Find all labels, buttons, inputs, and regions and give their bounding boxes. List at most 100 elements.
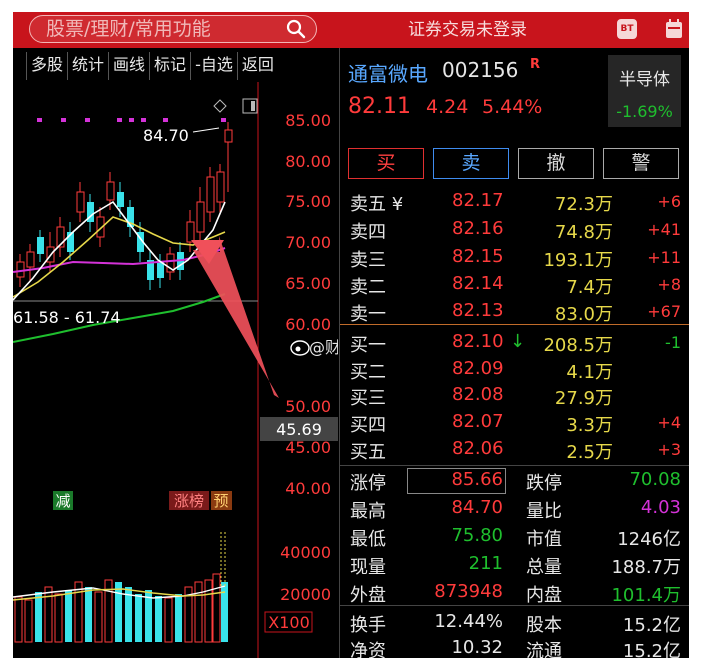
- volume-bar: [14, 596, 23, 643]
- cur-vol-value: 211: [468, 553, 503, 574]
- bt-icon[interactable]: BT: [617, 19, 637, 39]
- candle: [224, 129, 233, 143]
- price-axis-50: 50.00: [285, 397, 331, 416]
- price-change: 4.24: [426, 96, 469, 118]
- search-icon[interactable]: [286, 19, 306, 39]
- candle: [16, 261, 25, 278]
- sector-change: -1.69%: [616, 102, 673, 121]
- candle: [157, 262, 164, 278]
- search-box[interactable]: [29, 15, 317, 43]
- ask-row-2[interactable]: 卖二 82.14 7.4万 +8: [340, 271, 689, 298]
- bid-row-5[interactable]: 买五 82.06 2.5万 +3: [340, 436, 689, 463]
- price-axis-75: 75.00: [285, 192, 331, 211]
- top-marks: [37, 118, 226, 122]
- annotation-arrow: [193, 236, 279, 398]
- high-label: 最高: [350, 501, 386, 522]
- volume-bar: [115, 582, 122, 642]
- price-axis-40: 40.00: [285, 479, 331, 498]
- chart-toolbar: 多股 统计 画线 标记 -自选 返回: [13, 52, 335, 80]
- candle: [206, 176, 215, 213]
- login-status[interactable]: 证券交易未登录: [408, 15, 527, 40]
- bid-row-3[interactable]: 买三 82.08 27.9万: [340, 382, 689, 409]
- bid-row-4[interactable]: 买四 82.07 3.3万 +4: [340, 409, 689, 436]
- volume-bar: [212, 573, 221, 643]
- inner-label: 内盘: [526, 585, 562, 606]
- volume-bar: [155, 596, 162, 642]
- turnover-label: 换手: [350, 615, 386, 636]
- sell-button[interactable]: 卖: [433, 148, 509, 179]
- mcap-value: 1246亿: [617, 529, 681, 550]
- nav-value: 10.32: [451, 637, 503, 658]
- volume-bar: [85, 587, 92, 642]
- toolbar-remove-watchlist[interactable]: -自选: [191, 52, 238, 80]
- volume-bar: [54, 593, 63, 643]
- low-value: 75.80: [451, 525, 503, 546]
- cur-vol-label: 现量: [350, 557, 386, 578]
- watermark: @财哥论势: [309, 338, 338, 357]
- buy-button[interactable]: 买: [348, 148, 424, 179]
- tag-reduce: 减: [55, 492, 70, 510]
- vol-ratio-value: 4.03: [640, 497, 681, 518]
- app-window: 证券交易未登录 BT 多股 统计 画线 标记 -自选 返回: [13, 12, 689, 658]
- candle: [106, 181, 115, 201]
- inner-value: 101.4万: [611, 585, 681, 606]
- price-axis-85: 85.00: [285, 111, 331, 130]
- last-price: 82.11: [348, 94, 411, 119]
- volume-bar: [74, 581, 83, 643]
- bid-row-2[interactable]: 买二 82.09 4.1万: [340, 356, 689, 383]
- toolbar-multi-stock[interactable]: 多股: [27, 52, 69, 80]
- ask-row-1[interactable]: 卖一 82.13 83.0万 +67: [340, 298, 689, 325]
- calendar-icon[interactable]: [665, 19, 683, 39]
- toolbar-back[interactable]: 返回: [238, 52, 278, 80]
- price-change-pct: 5.44%: [482, 96, 543, 118]
- sector-card[interactable]: 半导体 -1.69%: [608, 55, 681, 127]
- current-price-tag: 45.69: [276, 420, 322, 439]
- search-input[interactable]: [46, 16, 286, 42]
- toolbar-statistics[interactable]: 统计: [68, 52, 110, 80]
- candle: [26, 251, 35, 268]
- volume-bar: [175, 594, 182, 642]
- r-badge: R: [530, 57, 541, 72]
- alert-button[interactable]: 警: [603, 148, 679, 179]
- cancel-order-button[interactable]: 撤: [518, 148, 594, 179]
- equity-value: 15.2亿: [622, 615, 681, 636]
- high-value: 84.70: [451, 497, 503, 518]
- toolbar-draw-line[interactable]: 画线: [109, 52, 151, 80]
- outer-label: 外盘: [350, 585, 386, 606]
- equity-label: 股本: [526, 615, 562, 636]
- toolbar-mark[interactable]: 标记: [150, 52, 192, 80]
- price-axis-70: 70.00: [285, 233, 331, 252]
- down-arrow-icon: ↓: [510, 331, 526, 352]
- quote-panel: 通富微电 002156 R 82.11 4.24 5.44% 半导体 -1.69…: [340, 48, 689, 658]
- price-axis-45: 45.00: [285, 438, 331, 457]
- volume-bar: [221, 582, 228, 642]
- low-label: 最低: [350, 529, 386, 550]
- stock-name[interactable]: 通富微电: [348, 58, 428, 87]
- kline-chart[interactable]: 85.00 80.00 75.00 70.00 65.00 60.00 50.0…: [13, 82, 338, 658]
- mcap-label: 市值: [526, 529, 562, 550]
- limit-down-label: 跌停: [526, 473, 562, 494]
- limit-up-value: 85.66: [451, 469, 503, 490]
- ask-row-4[interactable]: 卖四 82.16 74.8万 +41: [340, 216, 689, 243]
- ask-row-5[interactable]: 卖五 ¥ 82.17 72.3万 +6: [340, 188, 689, 215]
- turnover-value: 12.44%: [434, 611, 503, 632]
- bid-row-1[interactable]: 买一 82.10 ↓ 208.5万 -1: [340, 329, 689, 356]
- volume-unit: X100: [268, 613, 310, 632]
- vol-ratio-label: 量比: [526, 501, 562, 522]
- volume-axis-40000: 40000: [280, 543, 331, 562]
- top-bar: 证券交易未登录 BT: [13, 12, 689, 48]
- outer-value: 873948: [434, 581, 503, 602]
- price-axis-60: 60.00: [285, 315, 331, 334]
- volume-bar: [44, 586, 53, 643]
- stats-separator: [340, 465, 689, 466]
- float-label: 流通: [526, 641, 562, 658]
- volume-bar: [164, 597, 173, 643]
- diamond-icon: [213, 99, 227, 113]
- candle: [196, 201, 205, 233]
- volume-bar: [94, 591, 103, 643]
- candle: [117, 192, 124, 207]
- sector-name: 半导体: [619, 70, 670, 90]
- price-axis-65: 65.00: [285, 274, 331, 293]
- ask-row-3[interactable]: 卖三 82.15 193.1万 +11: [340, 244, 689, 271]
- stock-code: 002156: [442, 58, 519, 82]
